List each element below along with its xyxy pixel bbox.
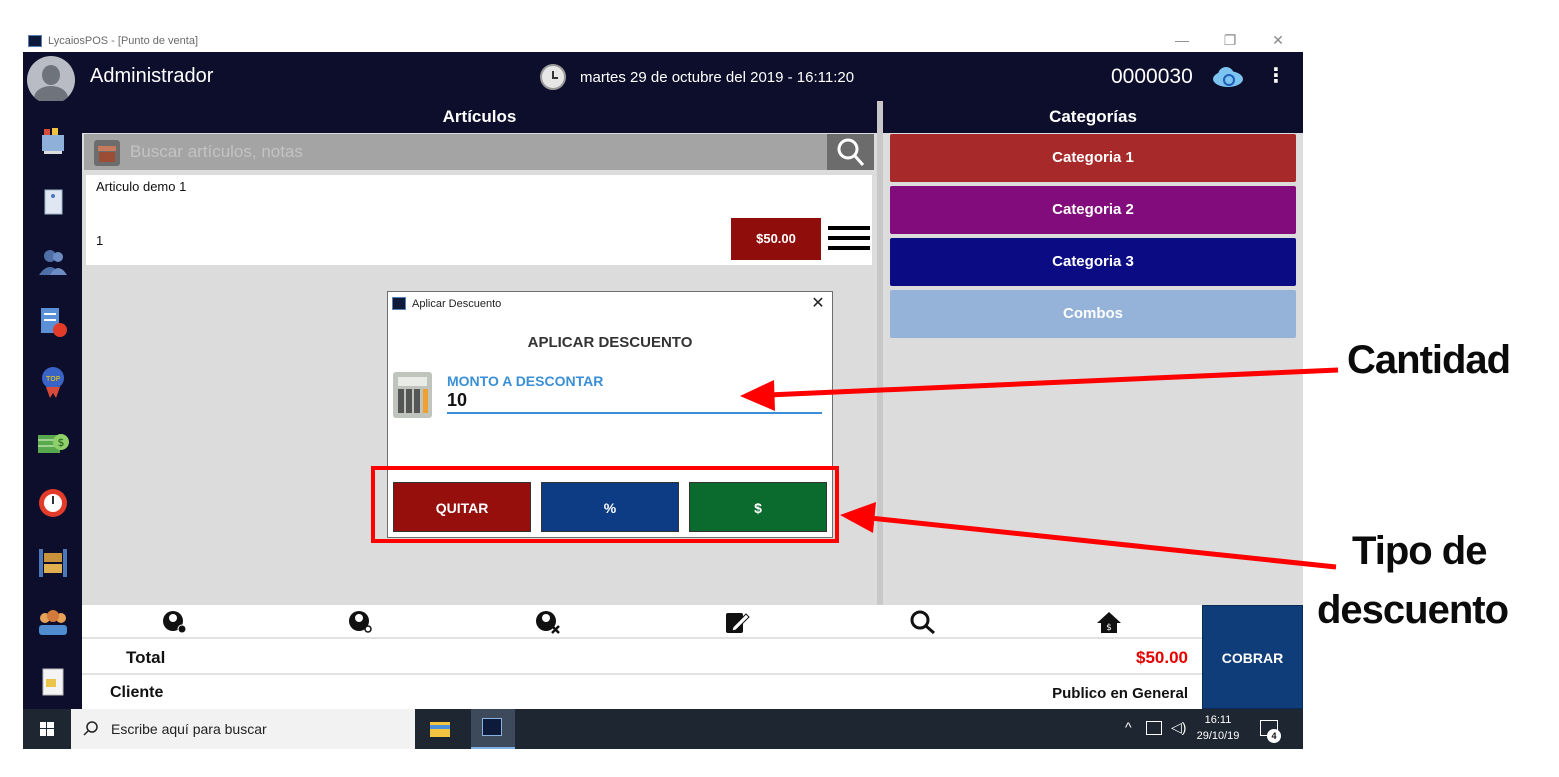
windows-icon xyxy=(40,722,54,736)
kebab-menu-icon[interactable]: ⋮ xyxy=(1266,64,1286,90)
sidebar-item-cash[interactable]: $ xyxy=(36,425,70,459)
category-button[interactable]: Combos xyxy=(890,290,1296,338)
sidebar-item-notes[interactable] xyxy=(36,185,70,219)
svg-text:$: $ xyxy=(58,436,65,449)
tray-expand-icon[interactable]: ^ xyxy=(1125,719,1132,735)
volume-icon[interactable]: ◁) xyxy=(1171,719,1186,736)
client-row[interactable]: Cliente Publico en General xyxy=(82,675,1202,709)
app-header: Administrador martes 29 de octubre del 2… xyxy=(23,52,1303,104)
taskbar-search-placeholder: Escribe aquí para buscar xyxy=(111,721,267,737)
article-search-input[interactable] xyxy=(130,134,810,170)
sidebar-item-sales[interactable] xyxy=(36,125,70,159)
category-button[interactable]: Categoria 2 xyxy=(890,186,1296,234)
total-value: $50.00 xyxy=(1136,648,1188,667)
svg-text:$: $ xyxy=(1106,623,1112,633)
add-customer-icon[interactable] xyxy=(162,610,188,634)
sidebar-item-customers[interactable] xyxy=(36,245,70,279)
ticket-number: 0000030 xyxy=(1111,65,1193,88)
article-quantity: 1 xyxy=(96,233,104,248)
notebook-icon xyxy=(44,189,63,215)
sidebar-item-exit[interactable] xyxy=(36,665,70,699)
restore-button[interactable]: ❐ xyxy=(1207,30,1253,52)
report-clock-icon xyxy=(41,308,67,337)
article-search-bar xyxy=(84,134,827,170)
taskbar-search-box[interactable]: Escribe aquí para buscar xyxy=(71,709,415,749)
money-icon: $ xyxy=(38,434,69,453)
bottom-toolbar: $ xyxy=(82,605,1202,639)
client-label: Cliente xyxy=(110,684,164,701)
top-badge-icon: TOP xyxy=(42,367,64,398)
exit-icon xyxy=(42,668,64,696)
search-icon xyxy=(837,138,865,166)
clock-icon xyxy=(540,64,566,90)
total-row: Total $50.00 xyxy=(82,639,1202,675)
tray-date: 29/10/19 xyxy=(1196,730,1240,742)
users-group-icon xyxy=(39,610,67,635)
cloud-sync-icon[interactable] xyxy=(1211,66,1245,88)
annotation-quantity: Cantidad xyxy=(1347,338,1511,382)
close-window-button[interactable]: ✕ xyxy=(1255,30,1301,52)
dialog-heading: APLICAR DESCUENTO xyxy=(527,334,693,351)
category-button[interactable]: Categoria 1 xyxy=(890,134,1296,182)
dialog-title: Aplicar Descuento xyxy=(412,298,502,310)
stopwatch-icon xyxy=(39,489,67,517)
window-title: LycaiosPOS - [Punto de venta] xyxy=(48,35,199,47)
calculator-icon xyxy=(393,372,432,418)
os-taskbar: Escribe aquí para buscar ^ ◁) 16:11 29/1… xyxy=(23,709,1303,749)
pay-button[interactable]: COBRAR xyxy=(1202,605,1303,709)
box-icon xyxy=(94,140,120,166)
categories-header-label: Categorías xyxy=(1049,107,1137,126)
list-item[interactable]: Articulo demo 1 1 $50.00 xyxy=(86,175,872,265)
start-button[interactable] xyxy=(23,709,71,749)
tray-clock[interactable]: 16:11 29/10/19 xyxy=(1193,712,1243,744)
remove-customer-icon[interactable] xyxy=(535,610,561,634)
avatar[interactable] xyxy=(27,56,75,104)
hamburger-menu-icon[interactable] xyxy=(828,222,870,254)
amount-label: MONTO A DESCONTAR xyxy=(447,373,604,389)
file-explorer-icon[interactable] xyxy=(428,717,452,741)
app-logo-icon xyxy=(392,297,406,310)
home-icon[interactable]: $ xyxy=(1096,610,1122,634)
datetime: martes 29 de octubre del 2019 - 16:11:20 xyxy=(580,69,855,86)
search-button[interactable] xyxy=(827,134,874,170)
articles-header-label: Artículos xyxy=(442,107,517,126)
category-button[interactable]: Categoria 3 xyxy=(890,238,1296,286)
svg-text:TOP: TOP xyxy=(45,375,60,383)
sidebar-item-inventory[interactable] xyxy=(36,545,70,579)
warehouse-icon xyxy=(39,549,67,577)
client-value: Publico en General xyxy=(1052,685,1188,702)
sidebar-item-reports[interactable] xyxy=(36,305,70,339)
edit-note-icon[interactable] xyxy=(724,610,750,634)
search-icon[interactable] xyxy=(910,610,936,634)
article-price-button[interactable]: $50.00 xyxy=(731,218,821,260)
search-customer-icon[interactable] xyxy=(348,610,374,634)
minimize-button[interactable]: — xyxy=(1159,30,1205,52)
search-icon xyxy=(83,721,98,736)
cart-icon xyxy=(42,128,64,154)
sidebar-item-users[interactable] xyxy=(36,605,70,639)
sidebar: TOP $ xyxy=(23,101,82,709)
window-titlebar: LycaiosPOS - [Punto de venta] — ❐ ✕ xyxy=(23,30,1303,52)
article-name: Articulo demo 1 xyxy=(96,179,187,194)
dialog-titlebar: Aplicar Descuento ✕ xyxy=(388,292,832,316)
annotation-type-line2: descuento xyxy=(1317,588,1509,632)
notifications-badge: 4 xyxy=(1267,729,1281,743)
dialog-close-button[interactable]: ✕ xyxy=(808,294,828,314)
categories-header: Categorías xyxy=(883,101,1303,133)
user-name: Administrador xyxy=(90,65,214,87)
app-logo-icon xyxy=(28,35,42,47)
sidebar-item-timer[interactable] xyxy=(36,485,70,519)
annotation-type-line1: Tipo de xyxy=(1352,529,1487,573)
taskbar-app-lycaiospos[interactable] xyxy=(471,709,515,749)
discount-amount-input[interactable] xyxy=(447,388,822,414)
sidebar-item-top[interactable]: TOP xyxy=(36,365,70,399)
network-icon[interactable] xyxy=(1146,721,1162,735)
app-logo-icon xyxy=(482,718,502,736)
annotation-highlight-box xyxy=(371,466,839,543)
total-label: Total xyxy=(126,648,166,667)
tray-time: 16:11 xyxy=(1204,714,1232,726)
articles-header: Artículos xyxy=(82,101,877,133)
customers-icon xyxy=(39,250,67,275)
